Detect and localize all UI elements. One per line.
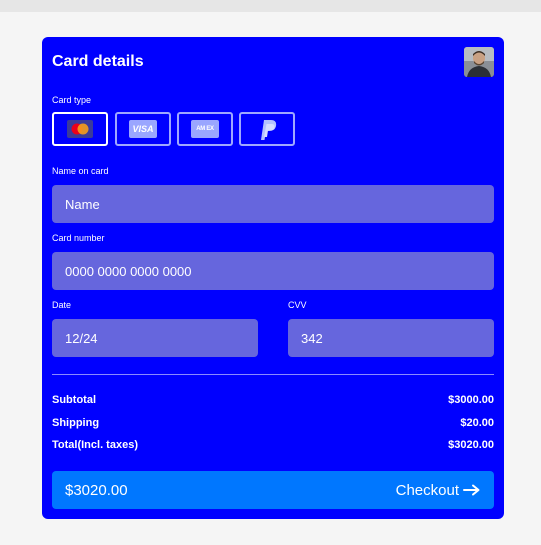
card-number-label: Card number	[52, 233, 105, 243]
divider	[52, 374, 494, 375]
card-type-amex[interactable]: AM EX	[177, 112, 233, 146]
avatar-image	[464, 47, 494, 77]
top-band	[0, 0, 541, 12]
total-label: Total(Incl. taxes)	[52, 439, 138, 451]
cvv-input[interactable]: 342	[288, 319, 494, 357]
subtotal-label: Subtotal	[52, 394, 96, 406]
visa-icon-text: VISA	[132, 124, 154, 134]
card-type-visa[interactable]: VISA	[115, 112, 171, 146]
card-type-label: Card type	[52, 95, 92, 105]
avatar[interactable]	[464, 47, 494, 77]
arrow-right-icon	[463, 484, 480, 496]
subtotal-row: Subtotal $3000.00	[52, 394, 494, 406]
checkout-amount: $3020.00	[65, 481, 128, 499]
card-type-paypal[interactable]	[239, 112, 295, 146]
total-value: $3020.00	[448, 439, 494, 451]
card-type-mastercard[interactable]	[52, 112, 108, 146]
cvv-label: CVV	[288, 300, 307, 310]
visa-icon: VISA	[129, 120, 157, 138]
amex-icon-text: AM EX	[196, 126, 214, 132]
checkout-button[interactable]: $3020.00 Checkout	[52, 471, 494, 509]
shipping-label: Shipping	[52, 417, 100, 429]
shipping-value: $20.00	[460, 417, 494, 429]
checkout-label: Checkout	[395, 481, 459, 499]
mastercard-icon	[67, 120, 93, 138]
subtotal-value: $3000.00	[448, 394, 494, 406]
amex-icon: AM EX	[191, 120, 219, 138]
date-label: Date	[52, 300, 72, 310]
card-title: Card details	[52, 53, 144, 70]
shipping-row: Shipping $20.00	[52, 417, 494, 429]
checkout-action: Checkout	[396, 482, 481, 499]
card-details-panel: Card details Card type VISA AM EX Name o…	[42, 37, 504, 519]
date-input[interactable]: 12/24	[52, 319, 258, 357]
name-on-card-label: Name on card	[52, 166, 109, 176]
paypal-icon	[261, 120, 277, 140]
name-on-card-input[interactable]: Name	[52, 185, 494, 223]
total-row: Total(Incl. taxes) $3020.00	[52, 439, 494, 451]
card-number-input[interactable]: 0000 0000 0000 0000	[52, 252, 494, 290]
